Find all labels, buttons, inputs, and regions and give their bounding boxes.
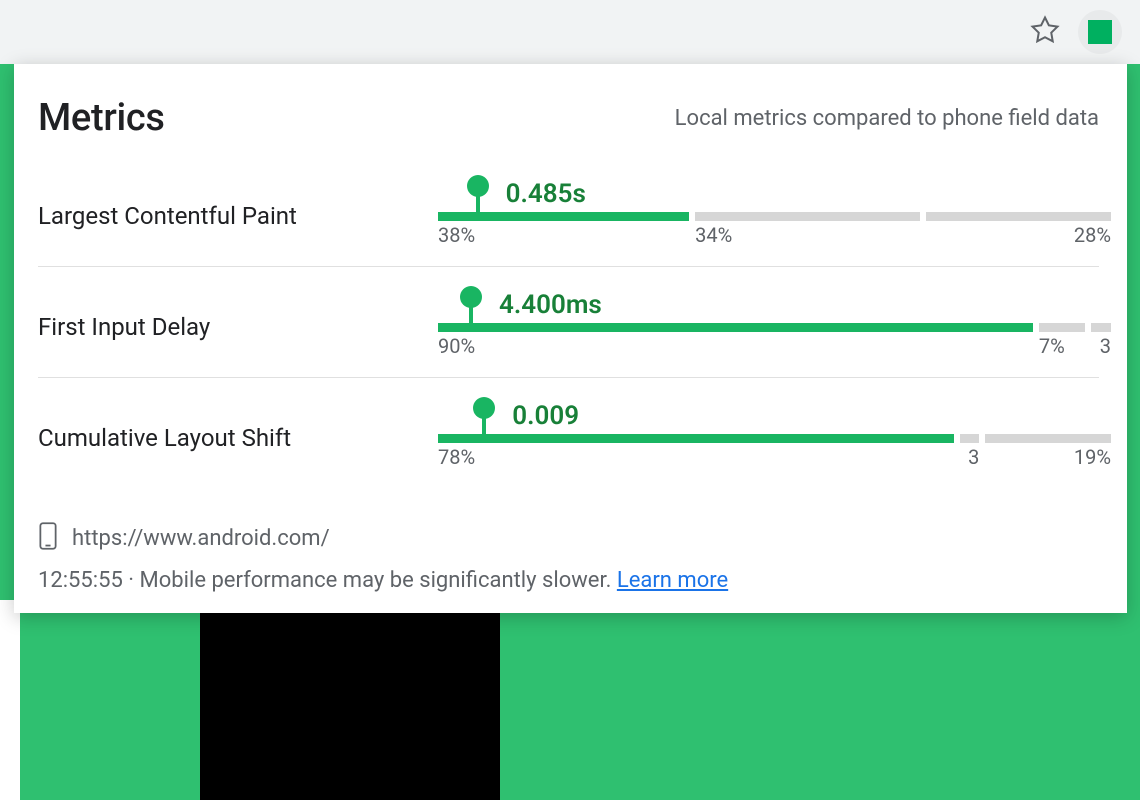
segment-label: 28%: [1074, 223, 1111, 247]
popup-title: Metrics: [38, 96, 165, 140]
background-content: [0, 600, 1140, 800]
metric-row-2: Cumulative Layout Shift0.00978%319%: [38, 377, 1099, 488]
metric-name: Cumulative Layout Shift: [38, 424, 438, 452]
extension-badge[interactable]: [1078, 10, 1122, 54]
segment-ni: 3: [960, 434, 980, 443]
segment-good: 38%: [438, 212, 689, 221]
metric-value: 0.009: [512, 401, 579, 431]
segment-label: 90%: [438, 334, 475, 358]
segment-label: 19%: [1074, 445, 1111, 469]
marker-dot-icon: [460, 286, 482, 308]
marker-dot-icon: [473, 397, 495, 419]
metric-row-1: First Input Delay4.400ms90%7%3: [38, 266, 1099, 377]
segment-label: 78%: [438, 445, 475, 469]
metric-visual: 4.400ms90%7%3: [438, 323, 1099, 332]
segment-label: 38%: [438, 223, 475, 247]
footer-separator: ·: [123, 568, 140, 593]
segment-label: 7%: [1039, 334, 1065, 358]
learn-more-link[interactable]: Learn more: [617, 568, 728, 593]
segment-label: 3: [1100, 334, 1111, 358]
metric-name: Largest Contentful Paint: [38, 202, 438, 230]
web-vitals-popup: Metrics Local metrics compared to phone …: [14, 64, 1127, 613]
metric-row-0: Largest Contentful Paint0.485s38%34%28%: [38, 192, 1099, 266]
browser-toolbar: [0, 0, 1140, 64]
segment-good: 90%: [438, 323, 1033, 332]
footer-timestamp: 12:55:55: [38, 568, 123, 593]
popup-footer: https://www.android.com/ 12:55:55 · Mobi…: [38, 522, 1099, 593]
segment-poor: 19%: [985, 434, 1111, 443]
segment-ni: 7%: [1039, 323, 1085, 332]
popup-subtitle: Local metrics compared to phone field da…: [675, 106, 1099, 131]
extension-status-icon: [1088, 20, 1112, 44]
distribution-bar: 90%7%3: [438, 323, 1099, 332]
metric-visual: 0.485s38%34%28%: [438, 212, 1099, 221]
segment-label: 34%: [695, 223, 732, 247]
marker-dot-icon: [467, 175, 489, 197]
metric-value: 0.485s: [506, 179, 586, 209]
segment-good: 78%: [438, 434, 954, 443]
phone-icon: [38, 522, 58, 554]
segment-poor: 3: [1091, 323, 1111, 332]
distribution-bar: 78%319%: [438, 434, 1099, 443]
popup-header: Metrics Local metrics compared to phone …: [38, 96, 1099, 140]
metric-value: 4.400ms: [499, 290, 602, 320]
footer-note-row: 12:55:55 · Mobile performance may be sig…: [38, 568, 1099, 593]
bookmark-star-icon[interactable]: [1030, 15, 1060, 49]
distribution-bar: 38%34%28%: [438, 212, 1099, 221]
metric-name: First Input Delay: [38, 313, 438, 341]
footer-url: https://www.android.com/: [72, 526, 330, 551]
metrics-list: Largest Contentful Paint0.485s38%34%28%F…: [38, 192, 1099, 488]
metric-visual: 0.00978%319%: [438, 434, 1099, 443]
segment-ni: 34%: [695, 212, 920, 221]
segment-poor: 28%: [926, 212, 1111, 221]
footer-note-text: Mobile performance may be significantly …: [140, 568, 617, 593]
segment-label: 3: [968, 445, 979, 469]
